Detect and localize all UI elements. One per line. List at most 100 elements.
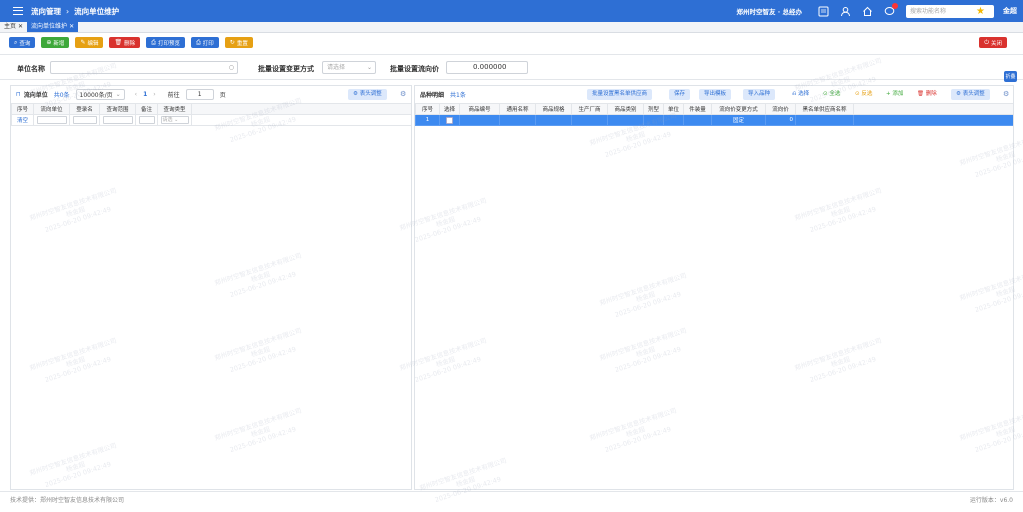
table-row[interactable]: 1 固定 0 — [415, 114, 1013, 126]
select-all-button[interactable]: ⊙ 全选 — [823, 89, 840, 100]
favorite-star-icon[interactable]: ★ — [976, 6, 985, 17]
reset-button[interactable]: ↻ 重置 — [224, 37, 253, 48]
row-index: 1 — [415, 114, 440, 126]
plus-circle-icon: ⊕ — [46, 39, 52, 46]
product-detail-table: 序号 选择 商品编号 通用名称 商品规格 生产厂商 商品类别 剂型 单位 件装量… — [415, 103, 1013, 126]
settings-gear-icon[interactable]: ⚙ — [400, 90, 406, 98]
filter-row: 清空 请选 ⌄ — [11, 114, 411, 126]
column-header[interactable]: 件装量 — [683, 103, 712, 115]
prev-page-icon[interactable]: ‹ — [135, 91, 137, 98]
type-filter-select[interactable]: 请选 ⌄ — [160, 116, 189, 124]
add-row-button[interactable]: + 添加 — [886, 89, 903, 100]
print-button[interactable]: ⎙ 打印 — [190, 37, 219, 48]
import-product-button[interactable]: 导入品种 — [743, 89, 776, 100]
filter-bar: 单位名称 ○ 批量设置变更方式 请选择 ⌄ 批量设置流向价 0.000000 — [0, 54, 1023, 80]
close-icon[interactable]: ✕ — [69, 22, 74, 32]
next-page-icon[interactable]: › — [153, 91, 155, 98]
save-button[interactable]: 保存 — [669, 89, 691, 100]
refresh-icon: ↻ — [229, 39, 235, 46]
collapse-button[interactable]: 折叠 — [1004, 71, 1017, 82]
row-checkbox[interactable] — [446, 116, 453, 124]
menu-icon[interactable] — [13, 7, 23, 15]
column-header[interactable]: 流向单位 — [33, 103, 70, 115]
tab-home[interactable]: 主页 ✕ — [0, 22, 27, 32]
record-count: 共1条 — [450, 92, 466, 99]
column-header[interactable]: 黑名单供应商名称 — [795, 103, 854, 115]
column-header[interactable]: 备注 — [135, 103, 158, 115]
product-detail-panel-header: 品种明细 共1条 批量设置黑名单供应商 保存 导出模板 导入品种 ⎌ 选择 ⊙ … — [415, 86, 1013, 103]
invert-select-button[interactable]: ⊙ 反选 — [855, 89, 872, 100]
blacklist-supplier-cell[interactable] — [795, 114, 854, 126]
flow-price-cell[interactable]: 0 — [765, 114, 796, 126]
tab-flow-unit[interactable]: 流向单位维护 ✕ — [27, 22, 79, 32]
flow-unit-table: 序号 流向单位 登录名 查询范围 备注 查询类型 清空 请选 ⌄ — [11, 103, 411, 126]
export-template-button[interactable]: 导出模板 — [699, 89, 732, 100]
notification-badge — [892, 3, 899, 9]
column-header[interactable]: 单位 — [663, 103, 684, 115]
printer-icon: ⎙ — [151, 38, 156, 46]
goto-page-input[interactable]: 1 — [185, 89, 214, 100]
remark-filter-input[interactable] — [138, 116, 155, 124]
column-header[interactable]: 流向价变更方式 — [711, 103, 766, 115]
column-header[interactable]: 商品规格 — [535, 103, 572, 115]
delete-row-button[interactable]: 🗑 删除 — [917, 89, 937, 100]
column-header[interactable]: 剂型 — [643, 103, 664, 115]
user-name[interactable]: 金超 — [1003, 6, 1017, 16]
column-header[interactable]: 流向价 — [765, 103, 796, 115]
message-icon[interactable] — [883, 3, 899, 17]
page-size-select[interactable]: 10000条/页 ⌄ — [75, 89, 125, 100]
delete-button[interactable]: 🗑 删除 — [109, 37, 141, 48]
page-suffix: 页 — [219, 92, 226, 99]
chevron-down-icon: ⌄ — [366, 64, 372, 71]
login-filter-input[interactable] — [72, 116, 97, 124]
range-filter-input[interactable] — [102, 116, 133, 124]
column-header[interactable]: 查询范围 — [99, 103, 136, 115]
footer: 技术提供：郑州时空智友信息技术有限公司 运行版本：v6.0 — [0, 491, 1023, 512]
column-header[interactable]: 序号 — [11, 103, 34, 115]
batch-price-label: 批量设置流向价 — [390, 65, 439, 73]
batch-blacklist-button[interactable]: 批量设置黑名单供应商 — [587, 89, 653, 100]
home-icon[interactable] — [861, 5, 873, 17]
table-header-row: 序号 选择 商品编号 通用名称 商品规格 生产厂商 商品类别 剂型 单位 件装量… — [415, 103, 1013, 115]
column-header[interactable]: 查询类型 — [157, 103, 192, 115]
price-change-mode-cell[interactable]: 固定 — [711, 114, 766, 126]
flow-unit-panel-header: ⊓ 流向单位 共0条 10000条/页 ⌄ ‹ 1 › 前往 1 页 ⚙ 表头调整… — [11, 86, 411, 103]
table-header-row: 序号 流向单位 登录名 查询范围 备注 查询类型 — [11, 103, 411, 115]
tab-bar: 主页 ✕ 流向单位维护 ✕ — [0, 22, 1023, 33]
column-header[interactable]: 商品类别 — [607, 103, 644, 115]
screen-icon[interactable] — [817, 5, 829, 17]
edit-button[interactable]: ✎ 编辑 — [75, 37, 104, 48]
current-page[interactable]: 1 — [143, 91, 147, 98]
header-adjust-button[interactable]: ⚙ 表头调整 — [348, 89, 387, 100]
select-button[interactable]: ⎌ 选择 — [792, 89, 809, 100]
product-detail-panel: 品种明细 共1条 批量设置黑名单供应商 保存 导出模板 导入品种 ⎌ 选择 ⊙ … — [414, 85, 1014, 490]
column-header[interactable]: 通用名称 — [499, 103, 536, 115]
column-header[interactable]: 生产厂商 — [571, 103, 608, 115]
search-icon[interactable]: ○ — [229, 62, 234, 73]
close-icon[interactable]: ✕ — [18, 22, 23, 32]
column-header[interactable]: 序号 — [415, 103, 440, 115]
add-button[interactable]: ⊕ 新增 — [41, 37, 70, 48]
trash-icon: 🗑 — [917, 91, 926, 97]
close-button[interactable]: ⏻ 关闭 — [979, 37, 1007, 48]
query-button[interactable]: ⌕ 查询 — [9, 37, 36, 48]
breadcrumb-current: 流向单位维护 — [74, 6, 120, 16]
batch-price-input[interactable]: 0.000000 — [446, 61, 528, 74]
goto-label: 前往 — [167, 92, 180, 99]
column-header[interactable]: 登录名 — [69, 103, 100, 115]
print-preview-button[interactable]: ⎙ 打印预览 — [146, 37, 185, 48]
batch-change-label: 批量设置变更方式 — [258, 65, 314, 73]
settings-gear-icon[interactable]: ⚙ — [1003, 90, 1009, 98]
flow-unit-filter-input[interactable] — [36, 116, 67, 124]
header-adjust-button[interactable]: ⚙ 表头调整 — [951, 89, 990, 100]
breadcrumb-root[interactable]: 流向管理 — [31, 6, 61, 17]
column-header[interactable]: 选择 — [439, 103, 460, 115]
column-header[interactable]: 商品编号 — [459, 103, 500, 115]
unit-name-input[interactable]: ○ — [50, 61, 238, 74]
batch-change-select[interactable]: 请选择 ⌄ — [322, 61, 376, 74]
user-icon[interactable] — [839, 5, 851, 17]
company-label: 郑州时空智友 · 总经办 — [736, 8, 803, 16]
clear-filter-link[interactable]: 清空 — [11, 114, 34, 126]
chevron-down-icon: ⌄ — [115, 91, 121, 98]
bookmark-icon: ⊓ — [16, 91, 21, 98]
